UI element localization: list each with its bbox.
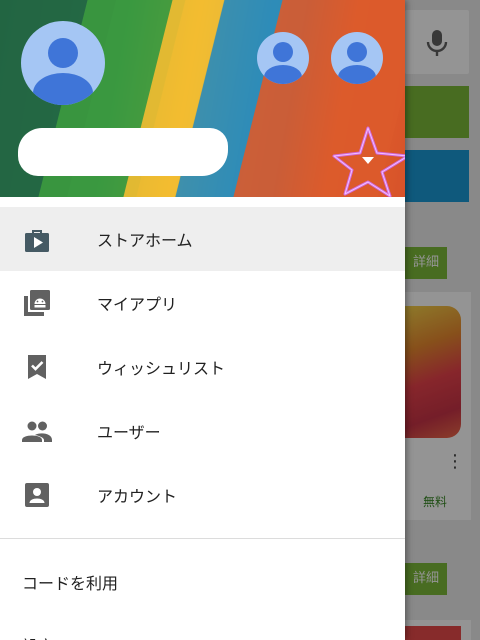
menu-item-redeem[interactable]: コードを利用 — [22, 570, 118, 594]
menu-item-store-home[interactable]: ストアホーム — [0, 207, 405, 271]
drawer-header — [0, 0, 405, 197]
people-icon — [22, 421, 52, 442]
account-dropdown-icon[interactable] — [332, 126, 405, 197]
menu-label: ユーザー — [97, 423, 161, 442]
menu-item-account[interactable]: アカウント — [0, 463, 405, 527]
other-account-avatar-2[interactable] — [331, 32, 383, 84]
menu-item-wishlist[interactable]: ウィッシュリスト — [0, 335, 405, 399]
store-home-icon — [25, 230, 49, 252]
current-account-avatar[interactable] — [21, 21, 105, 105]
menu-label: マイアプリ — [97, 295, 178, 314]
menu-label: ウィッシュリスト — [97, 359, 226, 378]
other-account-avatar-1[interactable] — [257, 32, 309, 84]
navigation-drawer: ストアホーム マイアプリ ウィッシュリスト ユーザー アカウント コードを利用 — [0, 0, 405, 640]
account-icon — [25, 483, 49, 507]
menu-label: アカウント — [97, 487, 178, 506]
menu-item-settings[interactable]: 設定 — [22, 633, 54, 640]
my-apps-icon — [24, 290, 50, 316]
menu-item-users[interactable]: ユーザー — [0, 399, 405, 463]
wishlist-icon — [28, 355, 46, 379]
account-name — [18, 128, 228, 176]
menu-divider — [0, 538, 405, 539]
menu-label: ストアホーム — [97, 231, 193, 250]
menu-item-my-apps[interactable]: マイアプリ — [0, 271, 405, 335]
